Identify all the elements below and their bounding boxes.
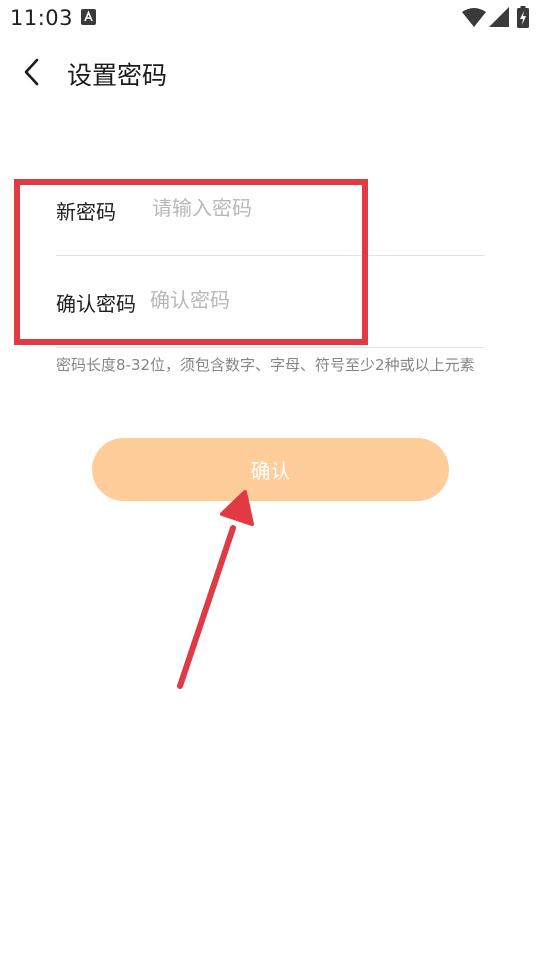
chevron-left-icon [24, 58, 39, 86]
signal-icon [489, 7, 509, 27]
new-password-row: 新密码 [56, 163, 485, 256]
new-password-input[interactable] [152, 189, 472, 227]
status-bar: 11:03 [0, 0, 540, 36]
confirm-button[interactable]: 确认 [92, 438, 449, 501]
password-rule-hint: 密码长度8-32位，须包含数字、字母、符号至少2种或以上元素 [56, 356, 475, 374]
status-time: 11:03 [10, 6, 74, 30]
confirm-password-row: 确认密码 [56, 255, 485, 348]
confirm-password-input[interactable] [150, 281, 470, 319]
back-button[interactable] [14, 52, 54, 92]
title-bar: 设置密码 [0, 36, 540, 110]
wifi-icon [462, 7, 486, 27]
notification-a-icon [81, 9, 96, 25]
new-password-label: 新密码 [56, 200, 116, 224]
page-title: 设置密码 [67, 61, 168, 90]
confirm-password-label: 确认密码 [56, 292, 136, 316]
battery-charging-icon [517, 6, 529, 28]
